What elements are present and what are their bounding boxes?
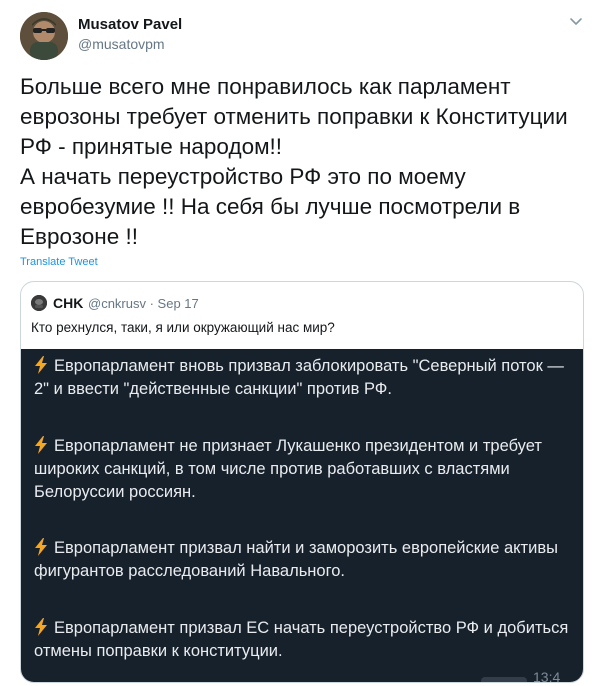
news-item-text: Европарламент вновь призвал заблокироват…: [34, 357, 564, 398]
quoted-text: Кто рехнулся, таки, я или окружающий нас…: [31, 320, 335, 335]
translate-tweet-link[interactable]: Translate Tweet: [20, 256, 98, 268]
news-item: Европарламент призвал ЕС начать переустр…: [34, 617, 579, 663]
lightning-icon: [35, 436, 47, 454]
quoted-tweet[interactable]: CHK @cnkrusv · Sep 17 Кто рехнулся, таки…: [20, 281, 584, 683]
news-item-text: Европарламент призвал найти и заморозить…: [34, 539, 558, 580]
news-item: Европарламент вновь призвал заблокироват…: [34, 355, 579, 401]
quoted-meta[interactable]: @cnkrusv · Sep 17: [88, 296, 199, 311]
tweet-text: Больше всего мне понравилось как парламе…: [20, 74, 568, 249]
news-item-text: Европарламент призвал ЕС начать переустр…: [34, 619, 569, 660]
news-item-text: Европарламент не признает Лукашенко през…: [34, 437, 542, 501]
chevron-down-icon[interactable]: [568, 14, 584, 30]
tweet: Musatov Pavel @musatovpm Больше всего мн…: [0, 0, 600, 686]
quoted-media-image[interactable]: Европарламент вновь призвал заблокироват…: [21, 349, 583, 683]
news-item: Европарламент не признает Лукашенко през…: [34, 435, 579, 504]
lightning-icon: [35, 538, 47, 556]
lightning-icon: [35, 618, 47, 636]
blurred-area: [481, 677, 527, 682]
display-name[interactable]: Musatov Pavel: [78, 16, 182, 33]
quoted-display-name[interactable]: CHK: [53, 295, 83, 311]
quoted-avatar[interactable]: [31, 295, 47, 311]
message-time: 13:4: [533, 669, 561, 683]
news-item: Европарламент призвал найти и заморозить…: [34, 537, 579, 583]
user-handle[interactable]: @musatovpm: [78, 36, 165, 52]
avatar[interactable]: [20, 12, 68, 60]
lightning-icon: [35, 356, 47, 374]
